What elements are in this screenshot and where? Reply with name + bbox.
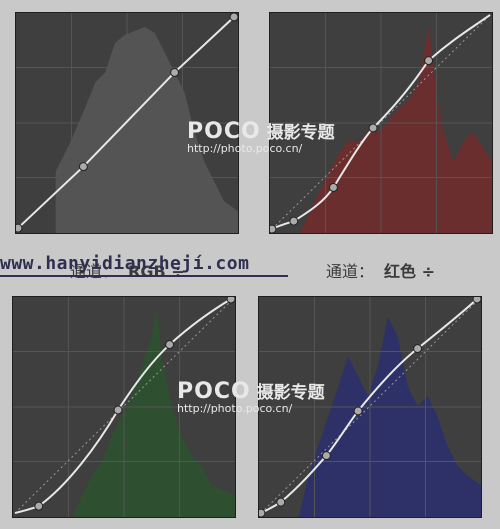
curve-point[interactable] <box>413 344 423 353</box>
poco-watermark-bottom: POCO 摄影专题 http://photo.poco.cn/ <box>177 378 325 415</box>
poco-brand-cn: 摄影专题 <box>266 123 335 143</box>
curve-point[interactable] <box>321 451 331 461</box>
curve-point[interactable] <box>368 123 378 133</box>
channel-label-red: 通道： 红色 ÷ <box>326 258 435 282</box>
poco-brand-cn: 摄影专题 <box>256 383 325 403</box>
poco-watermark-top: POCO 摄影专题 http://photo.poco.cn/ <box>187 118 335 155</box>
channel-select-red[interactable]: 红色 ÷ <box>384 262 435 281</box>
poco-url: http://photo.poco.cn/ <box>187 142 303 155</box>
site-watermark-text: www.hanyidianzhejí.com <box>0 253 250 274</box>
site-watermark: www.hanyidianzhejí.com <box>0 253 300 277</box>
curve-point[interactable] <box>328 182 338 192</box>
curve-point[interactable] <box>270 224 277 233</box>
curve-point[interactable] <box>353 406 363 416</box>
curve-point[interactable] <box>472 297 481 304</box>
poco-brand: POCO <box>177 379 251 404</box>
curve-point[interactable] <box>78 162 88 172</box>
poco-url: http://photo.poco.cn/ <box>177 402 293 415</box>
channel-caption: 通道： <box>326 262 375 281</box>
curve-point[interactable] <box>259 508 266 517</box>
curve-point[interactable] <box>113 405 123 415</box>
poco-brand: POCO <box>187 119 261 144</box>
curve-point[interactable] <box>34 501 44 511</box>
curve-point[interactable] <box>424 56 434 66</box>
curve-point[interactable] <box>276 497 286 507</box>
site-watermark-underline <box>0 275 288 277</box>
curve-point[interactable] <box>16 223 23 233</box>
curve-point[interactable] <box>165 340 175 350</box>
curve-point[interactable] <box>229 13 238 22</box>
curve-point[interactable] <box>289 216 299 226</box>
curve-point[interactable] <box>170 68 180 77</box>
blue-histogram <box>298 316 481 517</box>
curve-point[interactable] <box>226 297 235 304</box>
